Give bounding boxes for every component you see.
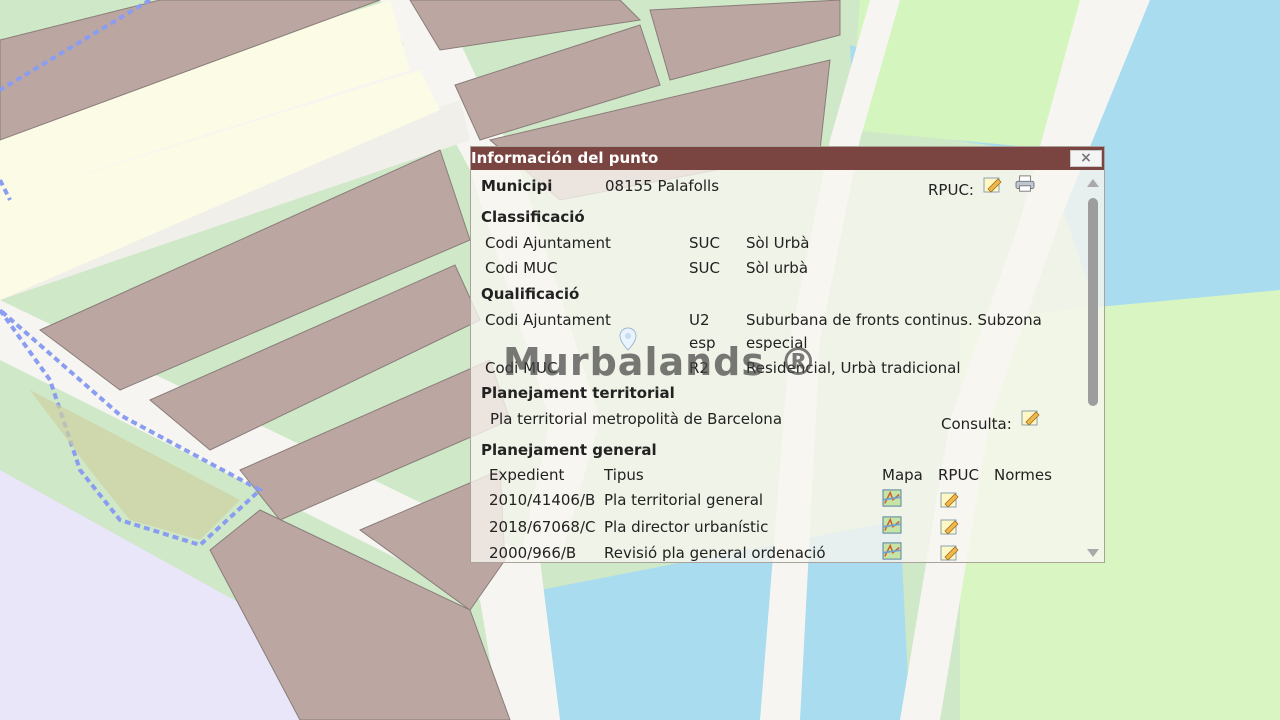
column-header-tipus: Tipus — [604, 466, 644, 484]
edit-icon[interactable] — [940, 544, 960, 562]
planejament-general-heading: Planejament general — [481, 441, 657, 459]
row-tipus: Revisió pla general ordenació — [604, 544, 826, 562]
column-header-rpuc: RPUC — [938, 466, 979, 484]
watermark: Murbalands ® — [503, 340, 819, 384]
classificacio-row-desc: Sòl Urbà — [746, 234, 810, 252]
scroll-down-arrow-icon[interactable] — [1087, 549, 1099, 557]
classificacio-row-desc: Sòl urbà — [746, 259, 809, 277]
column-header-mapa: Mapa — [882, 466, 923, 484]
planejament-territorial-heading: Planejament territorial — [481, 384, 675, 402]
qualificacio-heading: Qualificació — [481, 285, 580, 303]
edit-icon[interactable] — [940, 491, 960, 509]
classificacio-row-code: SUC — [689, 234, 720, 252]
row-expedient: 2000/966/B — [489, 544, 577, 562]
column-header-expedient: Expedient — [489, 466, 565, 484]
qualificacio-row-code: U2 — [689, 311, 710, 329]
classificacio-row-label: Codi MUC — [485, 259, 558, 277]
edit-icon[interactable] — [983, 176, 1003, 194]
map-icon[interactable] — [882, 542, 902, 560]
edit-icon[interactable] — [1021, 409, 1041, 427]
close-icon[interactable]: × — [1080, 150, 1092, 166]
row-tipus: Pla director urbanístic — [604, 518, 769, 536]
qualificacio-row-label: Codi Ajuntament — [485, 311, 611, 329]
row-expedient: 2010/41406/B — [489, 491, 596, 509]
planejament-territorial-plan: Pla territorial metropolità de Barcelona — [490, 410, 783, 428]
close-button[interactable]: × — [1070, 150, 1102, 167]
scroll-thumb[interactable] — [1088, 198, 1098, 406]
edit-icon[interactable] — [940, 518, 960, 536]
map-icon[interactable] — [882, 516, 902, 534]
qualificacio-row-desc: Suburbana de fronts continus. Subzona — [746, 311, 1042, 329]
map-icon[interactable] — [882, 489, 902, 507]
popup-title-bar[interactable]: Información del punto × — [471, 147, 1104, 170]
print-icon[interactable] — [1015, 175, 1035, 193]
row-expedient: 2018/67068/C — [489, 518, 596, 536]
column-header-normes: Normes — [994, 466, 1052, 484]
classificacio-heading: Classificació — [481, 208, 585, 226]
popup-scrollbar[interactable] — [1082, 171, 1104, 562]
popup-title: Información del punto — [471, 149, 659, 167]
classificacio-row-label: Codi Ajuntament — [485, 234, 611, 252]
consulta-label: Consulta: — [941, 415, 1012, 433]
municipi-value: 08155 Palafolls — [605, 177, 720, 195]
municipi-label: Municipi — [481, 177, 553, 195]
rpuc-label: RPUC: — [928, 181, 974, 199]
row-tipus: Pla territorial general — [604, 491, 764, 509]
classificacio-row-code: SUC — [689, 259, 720, 277]
scroll-up-arrow-icon[interactable] — [1087, 179, 1099, 187]
